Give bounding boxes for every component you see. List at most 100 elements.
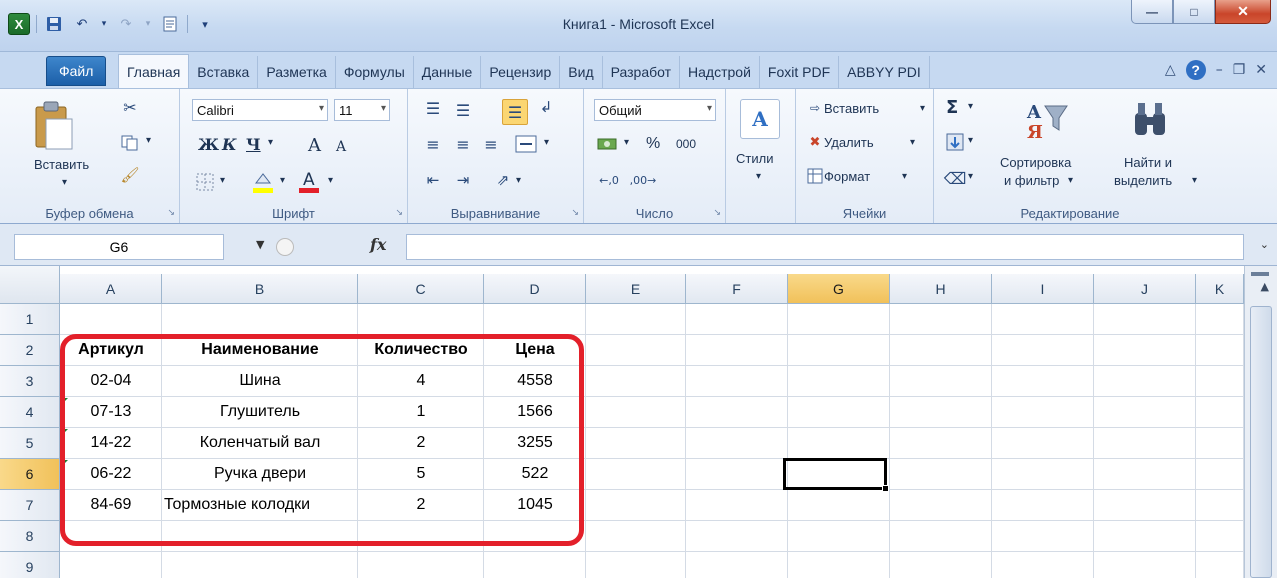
format-painter-icon[interactable]: 🖌 — [120, 165, 140, 185]
bold-button[interactable]: Ж — [198, 135, 219, 154]
fill-color-dropdown-icon[interactable]: ▾ — [280, 175, 285, 186]
styles-dropdown-icon[interactable]: ▾ — [756, 171, 761, 182]
split-box-icon[interactable] — [1251, 272, 1269, 276]
align-bottom-icon[interactable]: ☰ — [502, 99, 528, 125]
column-header-k[interactable]: K — [1196, 274, 1244, 304]
tab-view[interactable]: Вид — [560, 56, 603, 88]
underline-dropdown-icon[interactable]: ▾ — [268, 137, 273, 148]
decrease-indent-icon[interactable]: ⇤ — [422, 169, 444, 191]
row-header-7[interactable]: 7 — [0, 490, 60, 521]
fill-handle[interactable] — [882, 485, 889, 492]
italic-button[interactable]: К — [222, 135, 237, 154]
tab-insert[interactable]: Вставка — [189, 56, 259, 88]
scroll-up-icon[interactable]: ▲ — [1261, 280, 1269, 293]
find-select-label-2[interactable]: выделить — [1114, 173, 1172, 188]
alignment-launcher-icon[interactable]: ↘ — [571, 208, 579, 218]
insert-function-button[interactable]: fx — [370, 235, 386, 254]
help-icon[interactable]: ? — [1185, 60, 1206, 80]
fill-icon[interactable] — [944, 131, 966, 153]
column-header-g[interactable]: G — [788, 274, 890, 304]
sort-filter-label-1[interactable]: Сортировка — [1000, 155, 1071, 170]
find-select-icon[interactable] — [1130, 97, 1170, 141]
tab-foxit-pdf[interactable]: Foxit PDF — [760, 56, 840, 88]
row-header-2[interactable]: 2 — [0, 335, 60, 366]
insert-dropdown-icon[interactable]: ▾ — [920, 103, 925, 114]
format-cells-icon[interactable] — [806, 167, 824, 185]
scrollbar-thumb[interactable] — [1250, 306, 1272, 578]
tab-addins[interactable]: Надстрой — [680, 56, 760, 88]
fill-dropdown-icon[interactable]: ▾ — [968, 135, 973, 146]
clear-icon[interactable]: ⌫ — [944, 167, 967, 189]
align-right-icon[interactable]: ≡ — [480, 133, 502, 155]
insert-cells-button[interactable]: Вставить — [824, 101, 879, 116]
decrease-decimal-icon[interactable]: ,00→ — [628, 169, 658, 191]
autosum-dropdown-icon[interactable]: ▾ — [968, 101, 973, 112]
formula-input[interactable] — [406, 234, 1244, 260]
paste-icon[interactable] — [30, 97, 76, 153]
select-all-button[interactable] — [0, 266, 60, 304]
font-color-icon[interactable]: A — [296, 167, 322, 195]
thousands-button[interactable]: 000 — [676, 137, 696, 151]
sort-filter-dropdown-icon[interactable]: ▾ — [1068, 175, 1073, 186]
format-cells-button[interactable]: Формат — [824, 169, 870, 184]
wrap-text-icon[interactable]: ↲ — [534, 95, 558, 119]
clear-dropdown-icon[interactable]: ▾ — [968, 171, 973, 182]
find-select-dropdown-icon[interactable]: ▾ — [1192, 175, 1197, 186]
font-color-dropdown-icon[interactable]: ▾ — [328, 175, 333, 186]
delete-cells-icon[interactable]: ✖ — [806, 133, 824, 151]
font-launcher-icon[interactable]: ↘ — [395, 208, 403, 218]
name-box-dropdown-icon[interactable]: ▼ — [256, 238, 264, 251]
column-header-d[interactable]: D — [484, 274, 586, 304]
minimize-button[interactable]: — — [1131, 0, 1173, 24]
vertical-scrollbar[interactable]: ▲ — [1244, 266, 1277, 578]
copy-icon[interactable] — [120, 133, 140, 153]
underline-button[interactable]: Ч — [246, 135, 261, 154]
autosum-button[interactable]: Σ — [946, 97, 958, 118]
cut-icon[interactable]: ✂ — [120, 97, 140, 117]
sort-filter-label-2[interactable]: и фильтр — [1004, 173, 1059, 188]
tab-file[interactable]: Файл — [46, 56, 107, 86]
delete-cells-button[interactable]: Удалить — [824, 135, 874, 150]
grow-font-button[interactable]: A — [308, 135, 321, 156]
active-cell-border[interactable] — [783, 458, 887, 490]
align-middle-icon[interactable]: ☰ — [452, 99, 474, 121]
align-top-icon[interactable]: ☰ — [422, 97, 444, 119]
currency-dropdown-icon[interactable]: ▾ — [624, 137, 629, 148]
shrink-font-button[interactable]: A — [336, 139, 346, 155]
tab-data[interactable]: Данные — [414, 56, 482, 88]
font-size-combo[interactable]: 11 ▾ — [334, 99, 390, 121]
orientation-dropdown-icon[interactable]: ▾ — [516, 175, 521, 186]
column-header-h[interactable]: H — [890, 274, 992, 304]
font-name-combo[interactable]: Calibri ▾ — [192, 99, 328, 121]
merge-center-icon[interactable] — [514, 133, 538, 155]
workbook-close-icon[interactable]: ✕ — [1255, 62, 1267, 78]
currency-icon[interactable] — [596, 133, 620, 155]
borders-icon[interactable] — [194, 171, 216, 193]
name-box[interactable]: G6 — [14, 234, 224, 260]
row-header-6[interactable]: 6 — [0, 459, 60, 490]
number-format-combo[interactable]: Общий ▾ — [594, 99, 716, 121]
column-header-i[interactable]: I — [992, 274, 1094, 304]
fill-color-icon[interactable] — [250, 169, 276, 195]
tab-page-layout[interactable]: Разметка — [258, 56, 336, 88]
tab-abbyy-pdf[interactable]: ABBYY PDI — [839, 56, 930, 88]
number-launcher-icon[interactable]: ↘ — [713, 208, 721, 218]
paste-dropdown-icon[interactable]: ▾ — [62, 177, 67, 188]
column-header-b[interactable]: B — [162, 274, 358, 304]
increase-indent-icon[interactable]: ⇥ — [452, 169, 474, 191]
maximize-button[interactable]: □ — [1173, 0, 1215, 24]
column-header-e[interactable]: E — [586, 274, 686, 304]
increase-decimal-icon[interactable]: ←,0 — [596, 169, 622, 191]
row-header-3[interactable]: 3 — [0, 366, 60, 397]
insert-cells-icon[interactable]: ⇨ — [806, 99, 824, 117]
styles-button-label[interactable]: Стили — [736, 151, 773, 166]
row-header-8[interactable]: 8 — [0, 521, 60, 552]
row-header-4[interactable]: 4 — [0, 397, 60, 428]
tab-developer[interactable]: Разработ — [603, 56, 681, 88]
column-header-a[interactable]: A — [60, 274, 162, 304]
orientation-icon[interactable]: ⇗ — [492, 169, 514, 191]
column-header-c[interactable]: C — [358, 274, 484, 304]
borders-dropdown-icon[interactable]: ▾ — [220, 175, 225, 186]
styles-icon[interactable]: A — [740, 99, 780, 139]
workbook-minimize-icon[interactable]: – — [1216, 62, 1223, 78]
